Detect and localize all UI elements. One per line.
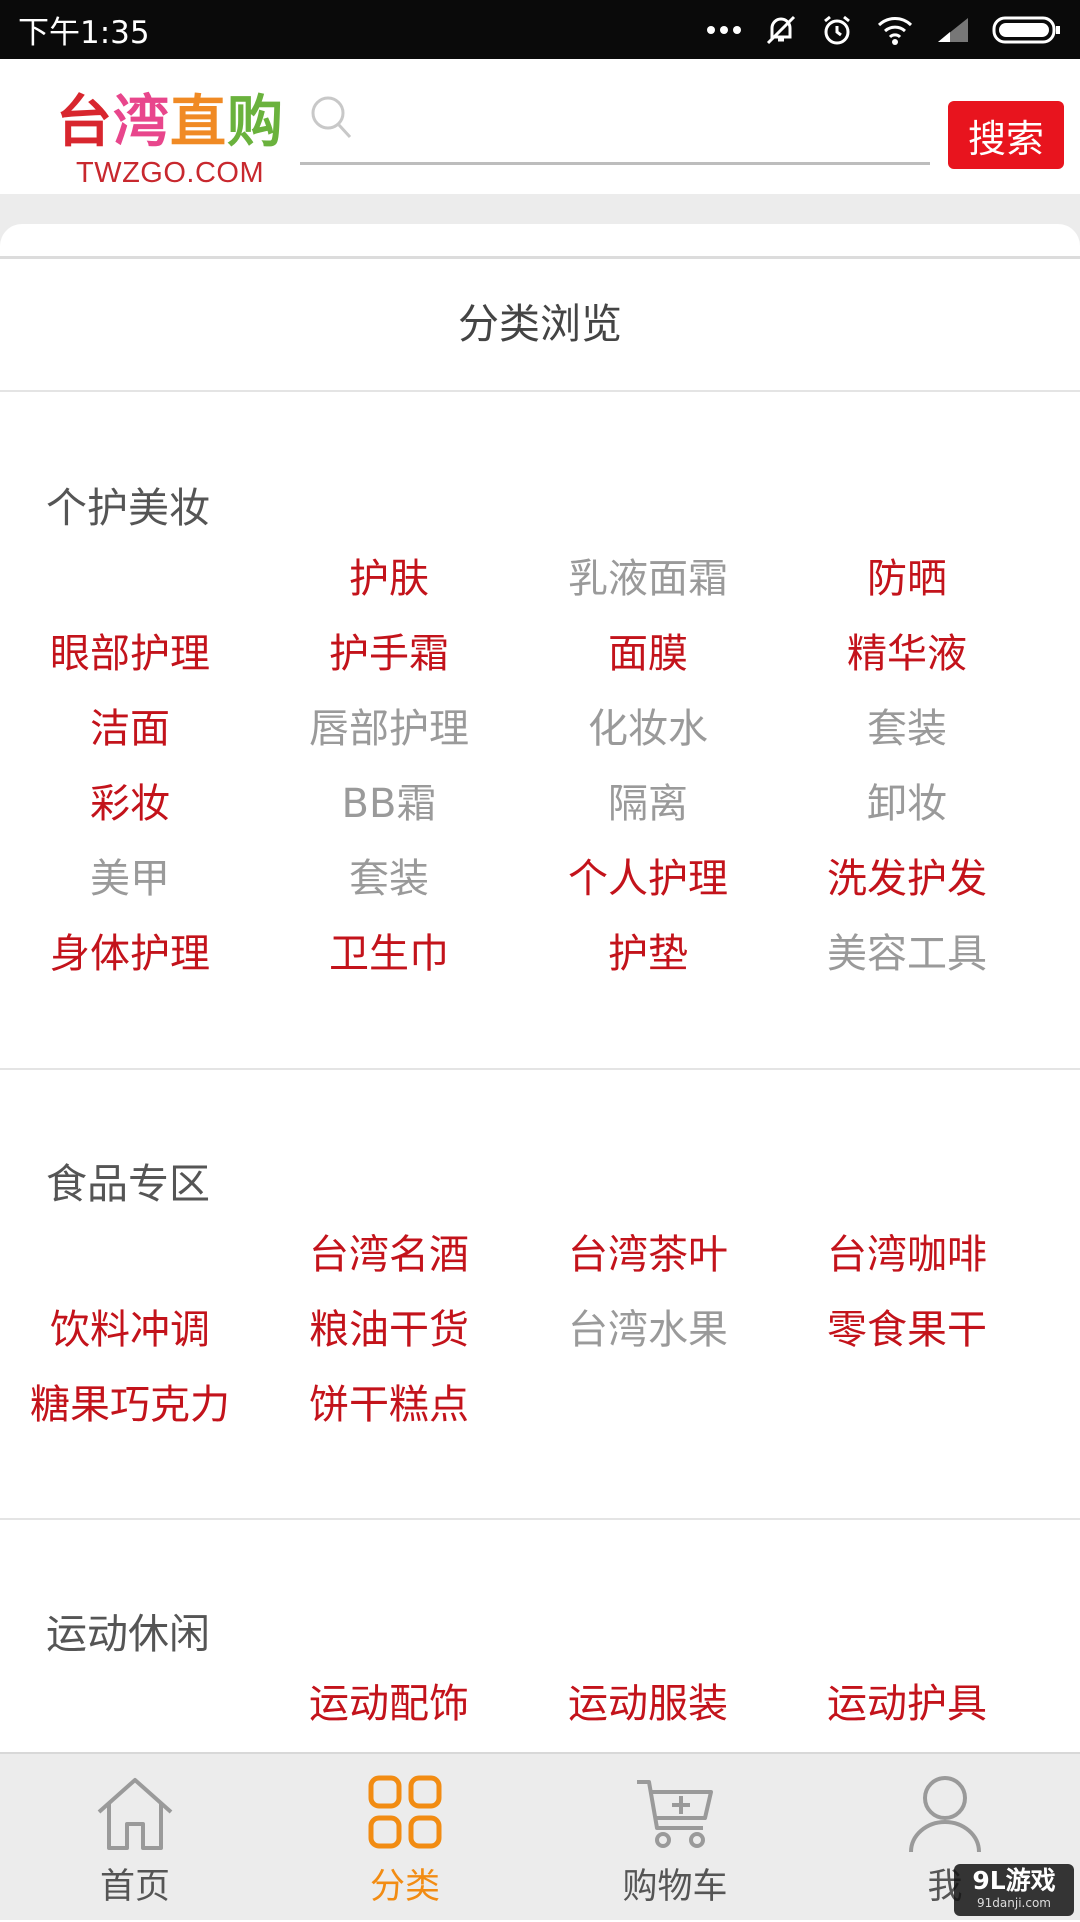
- user-icon: [909, 1776, 981, 1853]
- nav-category[interactable]: 分类: [270, 1754, 540, 1922]
- category-item[interactable]: 隔离: [518, 762, 778, 837]
- category-grid-food: 台湾名酒 台湾茶叶 台湾咖啡饮料冲调 粮油干货 台湾水果 零食果干糖果巧克力 饼干糕点: [0, 1213, 1040, 1438]
- status-time: 下午1:35: [18, 15, 150, 51]
- bottom-nav: 首页 分类 购物车 我 9L游戏 91danji.com: [0, 1752, 1080, 1920]
- category-item[interactable]: 面膜: [518, 612, 778, 687]
- category-item[interactable]: 套装: [260, 837, 518, 912]
- nav-label: 分类: [369, 1867, 440, 1907]
- logo-cn: 台湾直购: [56, 89, 284, 155]
- category-item[interactable]: 套装: [778, 687, 1036, 762]
- category-item[interactable]: 台湾水果: [518, 1288, 778, 1363]
- category-item[interactable]: 唇部护理: [260, 687, 518, 762]
- category-item[interactable]: 彩妆: [0, 762, 260, 837]
- signal-icon: [938, 17, 968, 42]
- category-item[interactable]: 护垫: [518, 912, 778, 987]
- search-box[interactable]: [300, 89, 930, 165]
- more-dots-icon: [707, 25, 741, 34]
- category-item[interactable]: 洁面: [0, 687, 260, 762]
- category-item-empty: [0, 537, 260, 612]
- category-item[interactable]: 护手霜: [260, 612, 518, 687]
- category-item[interactable]: 运动护具: [778, 1662, 1036, 1737]
- logo-en: TWZGO.COM: [76, 157, 265, 189]
- search-input[interactable]: [364, 95, 908, 153]
- section-divider: [0, 1068, 1080, 1070]
- category-item[interactable]: 卸妆: [778, 762, 1036, 837]
- section-title-beauty: 个护美妆: [46, 484, 210, 532]
- category-item[interactable]: 美甲: [0, 837, 260, 912]
- nav-home[interactable]: 首页: [0, 1754, 270, 1922]
- wifi-icon: [877, 16, 913, 45]
- category-item[interactable]: 零食果干: [778, 1288, 1036, 1363]
- status-bar: 下午1:35: [0, 0, 1080, 59]
- category-item[interactable]: 糖果巧克力: [0, 1363, 260, 1438]
- section-title-sports: 运动休闲: [46, 1610, 210, 1658]
- category-item[interactable]: 台湾咖啡: [778, 1213, 1036, 1288]
- category-item[interactable]: 运动服装: [518, 1662, 778, 1737]
- header: 台湾直购 TWZGO.COM 搜索: [0, 59, 1080, 194]
- category-item[interactable]: 个人护理: [518, 837, 778, 912]
- watermark-main: 9L游戏: [972, 1866, 1056, 1895]
- search-button[interactable]: 搜索: [948, 101, 1064, 169]
- search-icon: [311, 96, 352, 139]
- card-top: [0, 224, 1080, 259]
- category-item[interactable]: 运动配饰: [260, 1662, 518, 1737]
- category-item[interactable]: 护肤: [260, 537, 518, 612]
- category-item[interactable]: 卫生巾: [260, 912, 518, 987]
- category-item[interactable]: 洗发护发: [778, 837, 1036, 912]
- category-item-empty: [0, 1213, 260, 1288]
- category-item[interactable]: 饼干糕点: [260, 1363, 518, 1438]
- watermark-sub: 91danji.com: [977, 1896, 1051, 1910]
- category-grid-beauty: 护肤 乳液面霜 防晒 眼部护理 护手霜 面膜 精华液 洁面 唇部护理 化妆水 套装 彩妆 BB霜 隔离 卸妆…: [0, 537, 1040, 987]
- grid-icon: [368, 1775, 442, 1849]
- nav-label: 购物车: [622, 1867, 728, 1907]
- status-icons: [706, 13, 1062, 47]
- section-divider: [0, 1518, 1080, 1520]
- home-icon: [97, 1778, 173, 1850]
- nav-cart[interactable]: 购物车: [540, 1754, 810, 1922]
- category-item[interactable]: 台湾名酒: [260, 1213, 518, 1288]
- section-title-food: 食品专区: [46, 1160, 210, 1208]
- alarm-icon: [824, 15, 850, 44]
- category-item[interactable]: 饮料冲调: [0, 1288, 260, 1363]
- category-item[interactable]: 台湾茶叶: [518, 1213, 778, 1288]
- page-title: 分类浏览: [0, 256, 1080, 392]
- category-item[interactable]: 乳液面霜: [518, 537, 778, 612]
- battery-icon: [992, 16, 1060, 43]
- category-item[interactable]: BB霜: [260, 762, 518, 837]
- category-item[interactable]: 美容工具: [778, 912, 1036, 987]
- mute-bell-icon: [766, 15, 796, 44]
- nav-label: 首页: [99, 1867, 170, 1907]
- category-item[interactable]: 粮油干货: [260, 1288, 518, 1363]
- category-grid-sports: 运动配饰 运动服装 运动护具: [0, 1662, 1040, 1737]
- logo[interactable]: 台湾直购 TWZGO.COM: [56, 67, 292, 189]
- category-item[interactable]: 精华液: [778, 612, 1036, 687]
- category-item[interactable]: 防晒: [778, 537, 1036, 612]
- category-item[interactable]: 化妆水: [518, 687, 778, 762]
- cart-icon: [637, 1780, 713, 1848]
- category-item[interactable]: 身体护理: [0, 912, 260, 987]
- category-item[interactable]: 眼部护理: [0, 612, 260, 687]
- category-item-empty: [0, 1662, 260, 1737]
- watermark: 9L游戏 91danji.com: [954, 1864, 1074, 1916]
